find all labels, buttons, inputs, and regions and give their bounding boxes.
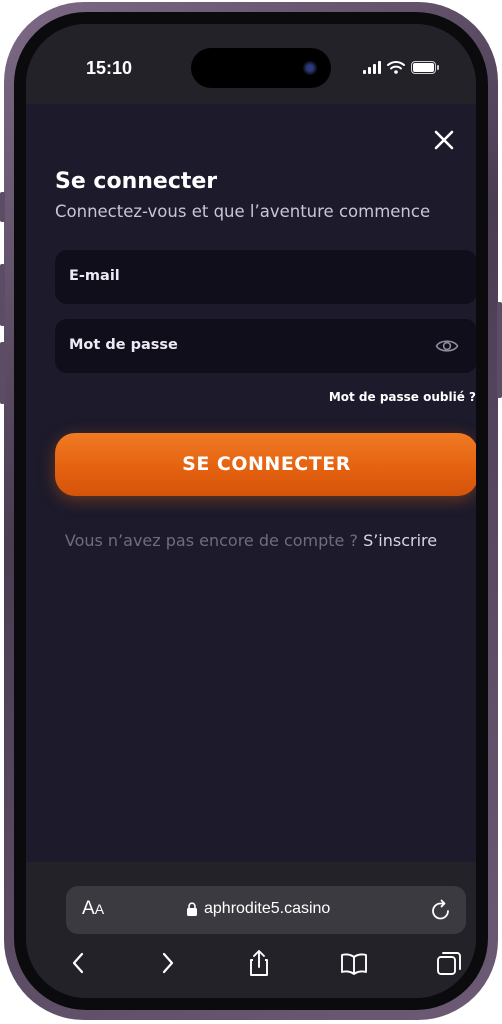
browser-toolbar: AA aphrodite5.casino bbox=[26, 862, 476, 998]
email-field[interactable]: E-mail bbox=[55, 250, 476, 304]
phone-frame: 15:10 Se connecter Connectez-vous et que… bbox=[0, 2, 502, 1020]
status-icons bbox=[363, 60, 439, 74]
bookmarks-icon[interactable] bbox=[339, 948, 369, 978]
password-field[interactable]: Mot de passe bbox=[55, 319, 476, 373]
text-size-label-small: A bbox=[94, 901, 105, 917]
forward-icon[interactable] bbox=[152, 948, 182, 978]
login-button[interactable]: SE CONNECTER bbox=[55, 433, 476, 496]
address-bar[interactable]: AA aphrodite5.casino bbox=[66, 886, 466, 934]
tabs-icon[interactable] bbox=[434, 948, 464, 978]
action-button bbox=[0, 192, 5, 222]
dynamic-island bbox=[191, 48, 331, 88]
reload-icon[interactable] bbox=[430, 898, 452, 922]
screen: 15:10 Se connecter Connectez-vous et que… bbox=[26, 24, 476, 998]
password-field-label: Mot de passe bbox=[69, 337, 178, 353]
volume-up-button bbox=[0, 264, 5, 326]
share-icon[interactable] bbox=[244, 948, 274, 978]
login-modal: Se connecter Connectez-vous et que l’ave… bbox=[26, 104, 476, 874]
status-bar: 15:10 bbox=[26, 24, 476, 104]
power-button bbox=[497, 302, 502, 398]
lock-icon bbox=[187, 901, 197, 916]
camera-icon bbox=[303, 61, 317, 75]
url-text: aphrodite5.casino bbox=[204, 900, 331, 917]
forgot-password-link[interactable]: Mot de passe oublié ? bbox=[26, 390, 476, 404]
signup-prompt: Vous n’avez pas encore de compte ? bbox=[64, 531, 358, 550]
url-display: aphrodite5.casino bbox=[186, 900, 330, 918]
volume-down-button bbox=[0, 342, 5, 404]
phone-bezel: 15:10 Se connecter Connectez-vous et que… bbox=[14, 12, 488, 1010]
status-time: 15:10 bbox=[86, 58, 133, 78]
signup-row: Vous n’avez pas encore de compte ? S’ins… bbox=[26, 531, 476, 550]
battery-icon bbox=[411, 60, 439, 74]
signal-icon bbox=[363, 60, 381, 74]
eye-icon[interactable] bbox=[435, 336, 459, 356]
email-field-label: E-mail bbox=[69, 268, 120, 284]
text-size-button[interactable]: AA bbox=[82, 898, 104, 920]
modal-title: Se connecter bbox=[55, 169, 218, 194]
battery-level bbox=[413, 62, 434, 72]
modal-subtitle: Connectez-vous et que l’aventure commenc… bbox=[55, 202, 431, 221]
text-size-label-large: A bbox=[82, 898, 95, 919]
close-icon[interactable] bbox=[430, 126, 458, 154]
signup-link[interactable]: S’inscrire bbox=[363, 531, 437, 550]
browser-nav-row bbox=[26, 948, 476, 988]
back-icon[interactable] bbox=[64, 948, 94, 978]
wifi-icon bbox=[387, 61, 405, 74]
